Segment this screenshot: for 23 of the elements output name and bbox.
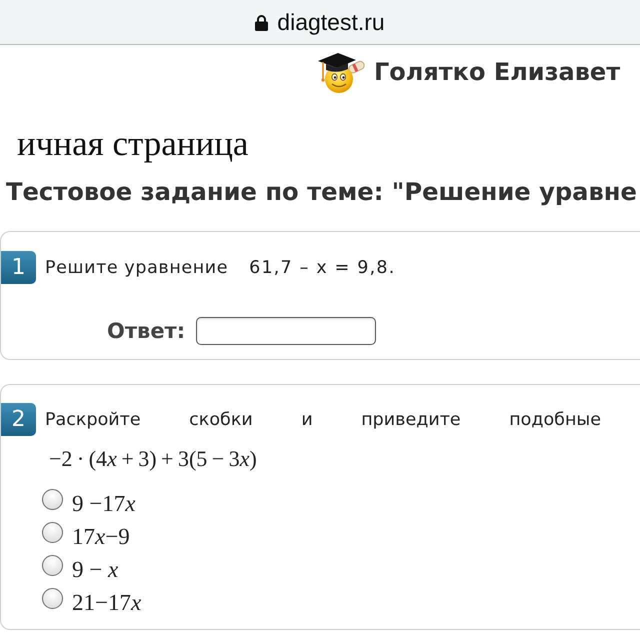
option-text: 21−17x	[72, 590, 142, 616]
answer-label: Ответ:	[107, 319, 186, 343]
question-number-badge: 2	[1, 403, 36, 436]
graduation-cap-smiley-icon	[316, 50, 366, 94]
lock-icon	[255, 14, 268, 30]
url-text: diagtest.ru	[277, 8, 385, 36]
user-name: Голятко Елизавет	[374, 58, 620, 86]
answer-field[interactable]	[196, 317, 376, 345]
question-text: Решите уравнение	[45, 258, 228, 278]
question-number-badge: 1	[1, 251, 36, 284]
option-text: 9 −17x	[72, 490, 136, 516]
radio-button[interactable]	[42, 489, 63, 510]
radio-button[interactable]	[42, 522, 63, 543]
radio-button[interactable]	[42, 555, 63, 576]
address-bar[interactable]: diagtest.ru	[0, 0, 640, 45]
option-text: 9 − x	[72, 556, 118, 582]
radio-button[interactable]	[42, 588, 63, 609]
test-title: Тестовое задание по теме: "Решение уравне	[6, 177, 637, 208]
equation-text: 61,7 – x = 9,8.	[249, 258, 396, 278]
math-expression: −2 · (4x + 3) + 3(5 − 3x)	[49, 446, 257, 472]
question-text: Раскройте скобки и приведите подобные	[45, 410, 601, 430]
page-title: ичная страница	[16, 125, 248, 163]
option-text: 17x−9	[72, 524, 130, 550]
